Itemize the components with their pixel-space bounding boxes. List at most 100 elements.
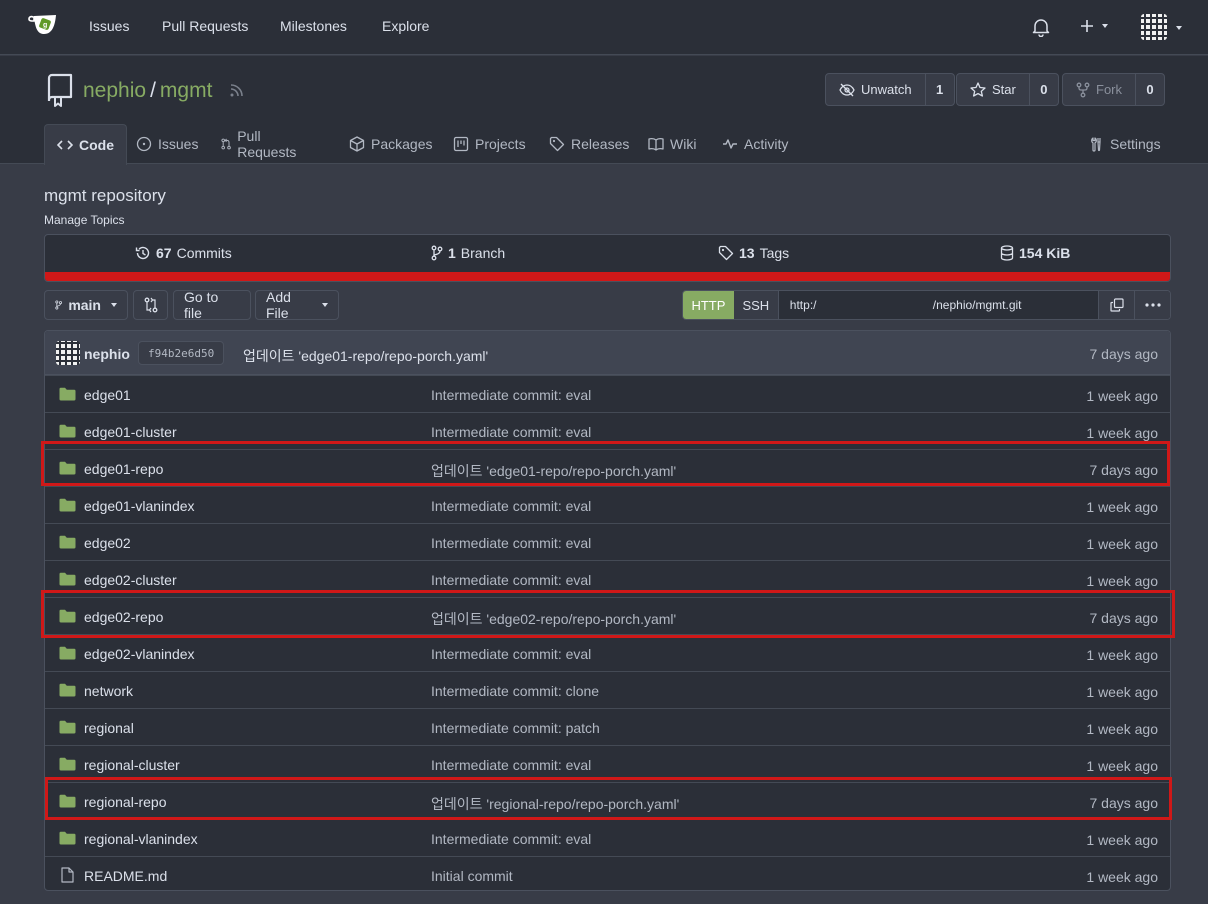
latest-commit-bar: nephio f94b2e6d50 업데이트 'edge01-repo/repo… xyxy=(45,331,1170,375)
file-commit-message-link[interactable]: Intermediate commit: eval xyxy=(431,572,591,588)
tags-stat[interactable]: 13 Tags xyxy=(718,245,789,261)
nav-explore-link[interactable]: Explore xyxy=(382,18,429,34)
tab-code[interactable]: Code xyxy=(44,124,127,165)
create-new-menu[interactable] xyxy=(1080,19,1108,33)
pull-request-icon xyxy=(221,138,231,150)
tab-pull-requests[interactable]: Pull Requests xyxy=(209,124,312,164)
file-commit-message-link[interactable]: Intermediate commit: eval xyxy=(431,535,591,551)
http-clone-button[interactable]: HTTP xyxy=(683,291,734,319)
file-name-link[interactable]: edge01-vlanindex xyxy=(84,498,195,514)
commit-sha-button[interactable]: f94b2e6d50 xyxy=(138,341,225,365)
repo-name-link[interactable]: mgmt xyxy=(160,79,213,102)
more-options-button[interactable] xyxy=(1134,291,1170,319)
tab-activity-label: Activity xyxy=(744,136,789,152)
file-row: README.md Initial commit 1 week ago xyxy=(45,856,1170,890)
file-name-link[interactable]: regional-cluster xyxy=(84,757,180,773)
tab-activity[interactable]: Activity xyxy=(710,124,800,164)
add-file-dropdown[interactable]: Add File xyxy=(255,289,339,321)
file-commit-message-link[interactable]: Intermediate commit: patch xyxy=(431,720,600,736)
tab-settings-label: Settings xyxy=(1110,136,1161,152)
file-commit-message-link[interactable]: Intermediate commit: eval xyxy=(431,831,591,847)
rss-icon[interactable] xyxy=(229,82,245,98)
repo-size: 154 KiB xyxy=(1019,245,1071,261)
file-commit-message-link[interactable]: 업데이트 'edge01-repo/repo-porch.yaml' xyxy=(431,461,676,481)
language-stats-bar[interactable] xyxy=(45,272,1170,281)
file-commit-message-link[interactable]: Intermediate commit: eval xyxy=(431,646,591,662)
tab-projects[interactable]: Projects xyxy=(441,124,538,164)
ssh-clone-button[interactable]: SSH xyxy=(733,291,779,319)
plus-icon xyxy=(1081,20,1093,32)
file-commit-message-link[interactable]: Intermediate commit: eval xyxy=(431,387,591,403)
watch-button-group: Unwatch 1 xyxy=(825,73,955,106)
gitea-logo-icon[interactable]: g xyxy=(28,12,58,38)
file-name-link[interactable]: edge02-cluster xyxy=(84,572,177,588)
file-commit-message-link[interactable]: 업데이트 'edge02-repo/repo-porch.yaml' xyxy=(431,609,676,629)
tab-packages-label: Packages xyxy=(371,136,433,152)
clone-url-input[interactable]: http:/ /nephio/mgmt.git xyxy=(778,291,1099,319)
manage-topics-link[interactable]: Manage Topics xyxy=(44,213,125,227)
commits-stat[interactable]: 67 Commits xyxy=(135,245,232,261)
file-name-link[interactable]: edge01-cluster xyxy=(84,424,177,440)
clone-url-path: /nephio/mgmt.git xyxy=(932,298,1022,312)
tools-icon xyxy=(1091,137,1101,152)
file-commit-message-link[interactable]: Intermediate commit: eval xyxy=(431,424,591,440)
file-commit-time: 1 week ago xyxy=(1086,721,1158,737)
branch-dropdown[interactable]: main xyxy=(44,290,128,320)
nav-pull-requests-link[interactable]: Pull Requests xyxy=(162,18,248,34)
repo-owner-link[interactable]: nephio xyxy=(83,79,146,102)
file-name-link[interactable]: regional-repo xyxy=(84,794,167,810)
file-name-link[interactable]: edge02-vlanindex xyxy=(84,646,195,662)
tab-releases[interactable]: Releases xyxy=(537,124,641,164)
watch-count[interactable]: 1 xyxy=(926,74,954,105)
commit-message-link[interactable]: 업데이트 'edge01-repo/repo-porch.yaml' xyxy=(243,346,488,366)
compare-button[interactable] xyxy=(133,290,168,320)
folder-icon xyxy=(59,757,76,771)
tab-packages[interactable]: Packages xyxy=(337,124,444,164)
tab-pull-requests-label: Pull Requests xyxy=(237,128,297,160)
folder-icon xyxy=(59,831,76,845)
star-count[interactable]: 0 xyxy=(1030,74,1058,105)
repo-stats-bar: 67 Commits 1 Branch 13 Tags 154 KiB xyxy=(44,234,1171,282)
file-commit-message-link[interactable]: Initial commit xyxy=(431,868,513,884)
nav-milestones-link[interactable]: Milestones xyxy=(280,18,347,34)
file-name-link[interactable]: regional xyxy=(84,720,134,736)
tab-settings[interactable]: Settings xyxy=(1076,124,1173,164)
nav-issues-link[interactable]: Issues xyxy=(89,18,129,34)
file-name-link[interactable]: regional-vlanindex xyxy=(84,831,198,847)
tab-issues[interactable]: Issues xyxy=(124,124,210,164)
fork-button[interactable]: Fork xyxy=(1063,74,1136,105)
go-to-file-button[interactable]: Go to file xyxy=(173,289,251,321)
repo-description: mgmt repository xyxy=(44,186,166,205)
file-row: edge02-vlanindex Intermediate commit: eva… xyxy=(45,634,1170,671)
bell-icon[interactable] xyxy=(1032,17,1050,37)
file-name-link[interactable]: edge02-repo xyxy=(84,609,163,625)
star-button-group: Star 0 xyxy=(956,73,1059,106)
avatar[interactable] xyxy=(56,341,80,365)
file-commit-time: 1 week ago xyxy=(1086,499,1158,515)
folder-icon xyxy=(59,461,76,475)
repo-book-icon xyxy=(46,73,74,107)
tab-releases-label: Releases xyxy=(571,136,630,152)
star-button[interactable]: Star xyxy=(957,74,1030,105)
copy-url-button[interactable] xyxy=(1098,291,1135,319)
file-commit-message-link[interactable]: Intermediate commit: clone xyxy=(431,683,599,699)
file-commit-time: 1 week ago xyxy=(1086,388,1158,404)
file-icon xyxy=(61,867,74,883)
compare-icon xyxy=(144,297,157,313)
file-commit-message-link[interactable]: Intermediate commit: eval xyxy=(431,757,591,773)
file-commit-message-link[interactable]: Intermediate commit: eval xyxy=(431,498,591,514)
commit-author-link[interactable]: nephio xyxy=(84,346,130,362)
tab-wiki[interactable]: Wiki xyxy=(636,124,708,164)
fork-count[interactable]: 0 xyxy=(1136,74,1164,105)
file-name-link[interactable]: edge01-repo xyxy=(84,461,163,477)
file-name-link[interactable]: edge02 xyxy=(84,535,131,551)
file-name-link[interactable]: network xyxy=(84,683,133,699)
branch-stat[interactable]: 1 Branch xyxy=(431,245,505,261)
file-name-link[interactable]: README.md xyxy=(84,868,167,884)
fork-button-group: Fork 0 xyxy=(1062,73,1165,106)
unwatch-button[interactable]: Unwatch xyxy=(826,74,926,105)
user-menu[interactable] xyxy=(1141,14,1186,42)
file-commit-message-link[interactable]: 업데이트 'regional-repo/repo-porch.yaml' xyxy=(431,794,679,814)
file-name-link[interactable]: edge01 xyxy=(84,387,131,403)
folder-icon xyxy=(59,646,76,660)
